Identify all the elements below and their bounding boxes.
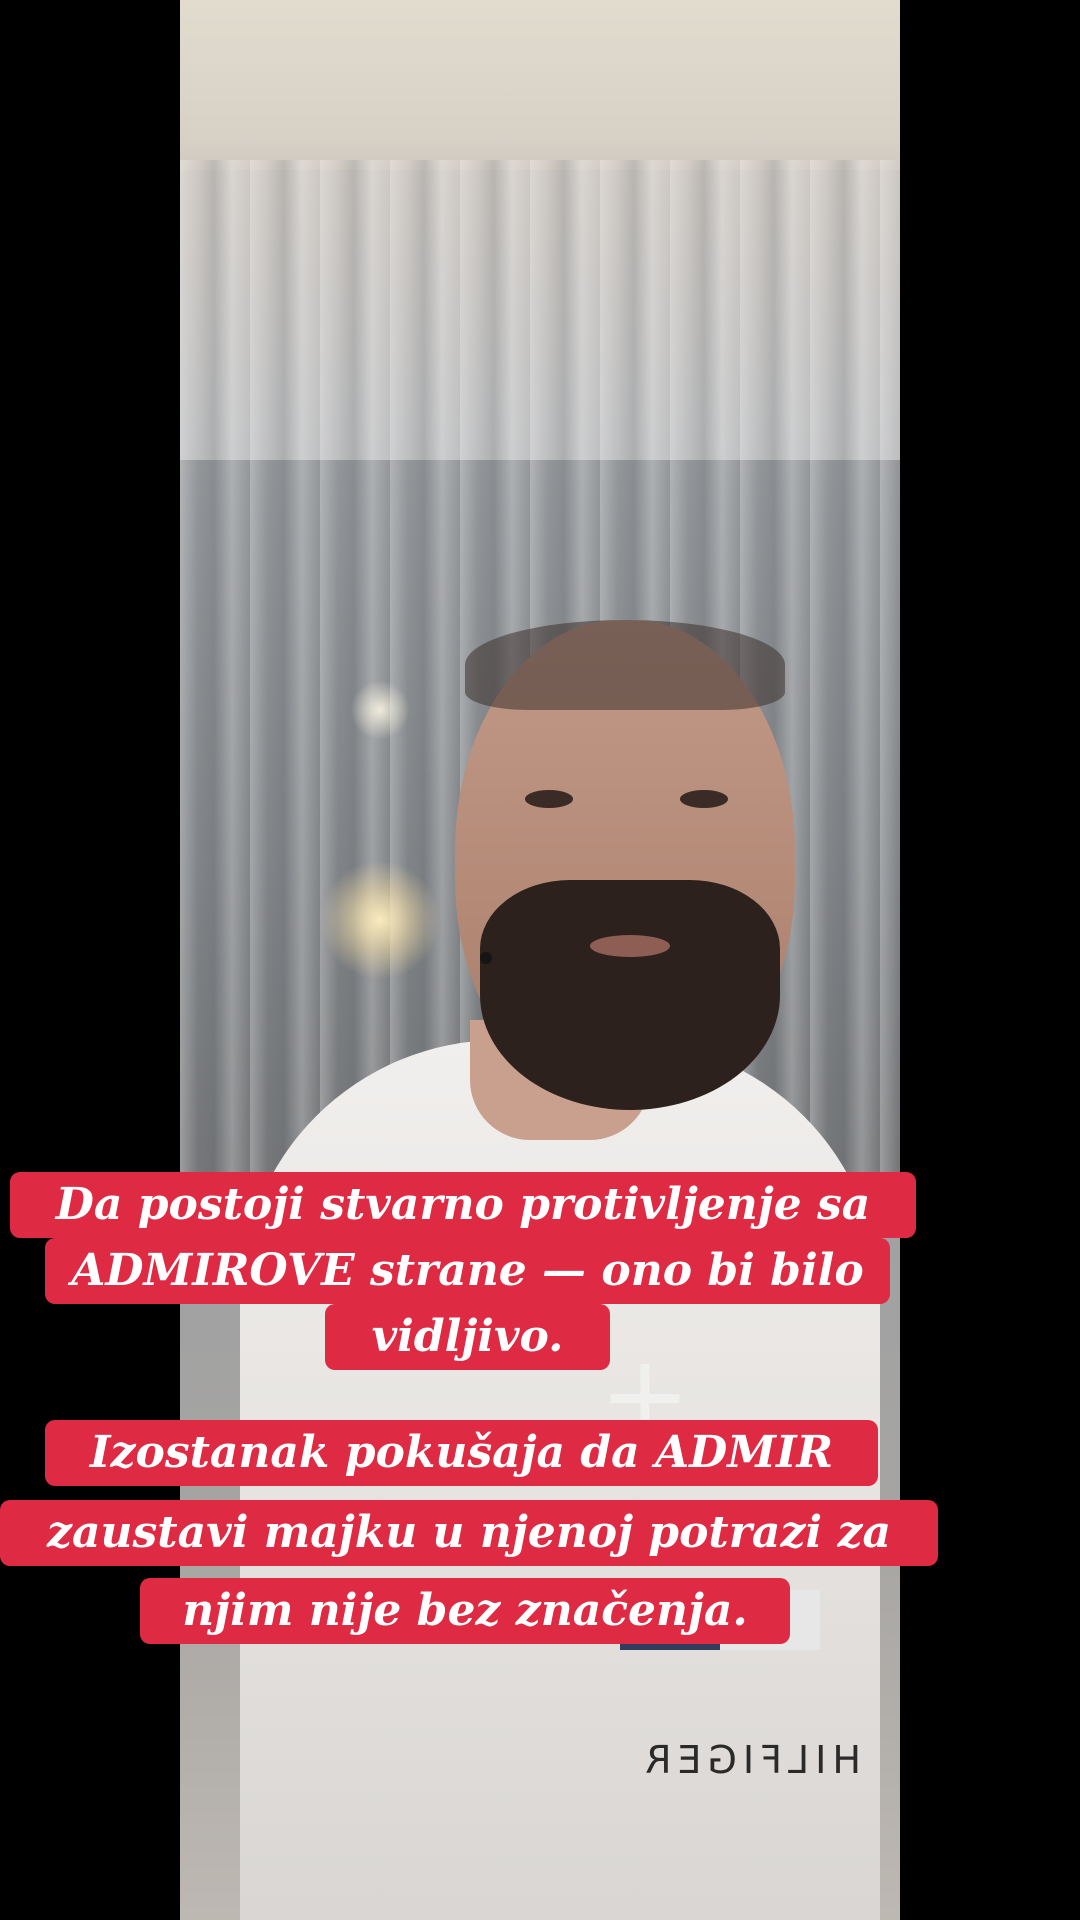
right-eye	[680, 790, 728, 808]
short-hair	[465, 620, 785, 710]
caption-line-5: zaustavi majku u njenoj potrazi za	[0, 1500, 938, 1566]
earring	[480, 952, 492, 964]
caption-line-1: Da postoji stvarno protivljenje sa	[10, 1172, 916, 1238]
hoodie-brand-text: HILFIGER	[639, 1738, 861, 1782]
ceiling	[180, 0, 900, 170]
lamp-reflection	[350, 680, 410, 740]
left-eye	[525, 790, 573, 808]
beard	[480, 880, 780, 1110]
caption-line-6: njim nije bez značenja.	[140, 1578, 790, 1644]
mouth	[590, 935, 670, 957]
caption-line-4: Izostanak pokušaja da ADMIR	[45, 1420, 878, 1486]
caption-line-2: ADMIROVE strane — ono bi bilo	[45, 1238, 890, 1304]
lamp-light	[320, 860, 440, 980]
caption-line-3: vidljivo.	[325, 1304, 610, 1370]
video-screen: + HILFIGER Da postoji stvarno protivljen…	[0, 0, 1080, 1920]
